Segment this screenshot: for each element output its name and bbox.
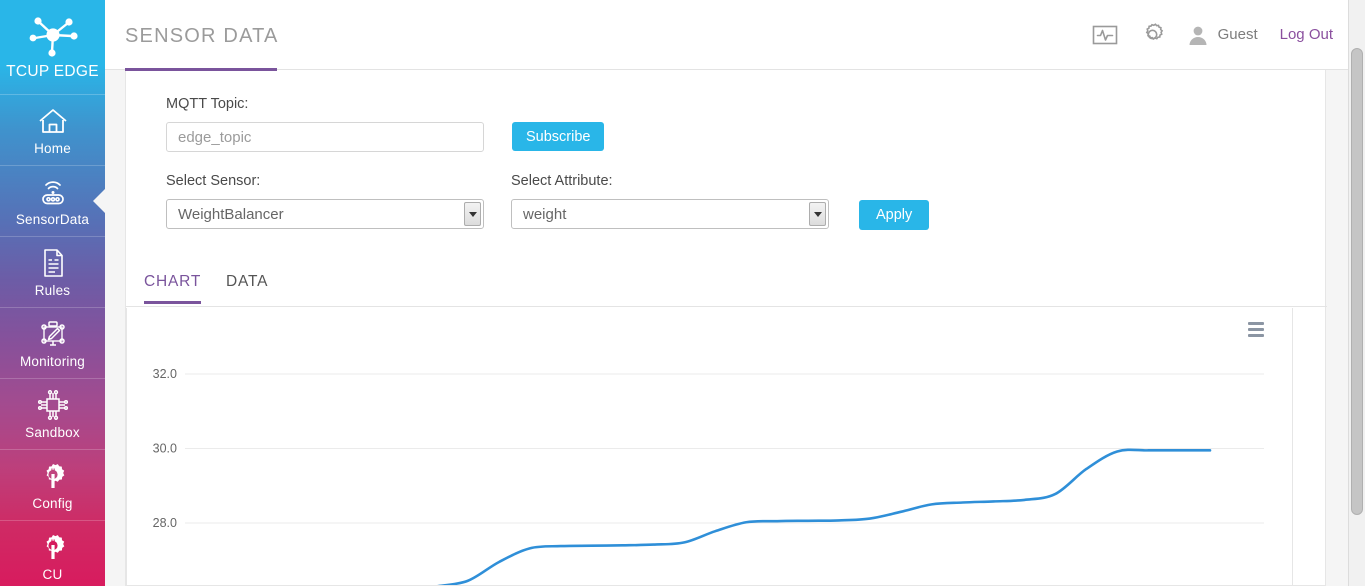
select-attribute-label: Select Attribute: — [511, 173, 613, 189]
sidebar-item-label: Config — [32, 495, 73, 511]
y-axis-tick-label: 28.0 — [153, 516, 177, 530]
monitor-pen-icon — [40, 320, 65, 346]
sidebar-item-cu[interactable]: CU — [0, 521, 105, 586]
activity-monitor-button[interactable] — [1092, 24, 1118, 46]
sidebar-item-label: Home — [34, 140, 71, 156]
user-avatar-icon — [1189, 26, 1207, 45]
y-axis-tick-label: 32.0 — [153, 367, 177, 381]
sidebar-item-label: Monitoring — [19, 353, 86, 369]
sidebar-item-rules[interactable]: Rules — [0, 237, 105, 308]
sidebar-item-sandbox[interactable]: Sandbox — [0, 379, 105, 450]
attribute-select[interactable]: weight — [511, 199, 829, 229]
sidebar-item-home[interactable]: Home — [0, 95, 105, 166]
sidebar-item-label: SensorData — [15, 211, 90, 227]
apply-button[interactable]: Apply — [859, 200, 930, 230]
y-axis-tick-label: 30.0 — [153, 442, 177, 456]
network-nodes-icon — [29, 16, 78, 57]
sensor-wifi-icon — [41, 180, 64, 204]
brand-name: TCUP EDGE — [6, 62, 99, 80]
chip-icon — [37, 389, 68, 420]
chart-gridlines — [185, 373, 1264, 524]
subscribe-button[interactable]: Subscribe — [512, 122, 605, 151]
sidebar-item-label: Rules — [34, 282, 71, 298]
page-title: SENSOR DATA — [125, 25, 279, 47]
sensor-select-value: WeightBalancer — [178, 205, 284, 223]
select-attribute-group: Select Attribute: weight — [511, 173, 829, 229]
header-actions: Guest Log Out — [1092, 0, 1333, 69]
main-content: MQTT Topic: Subscribe Select Sensor: Wei… — [105, 70, 1348, 586]
select-sensor-label: Select Sensor: — [166, 173, 261, 189]
sidebar: TCUP EDGE Home SensorData Rules Monitori… — [0, 0, 105, 586]
sidebar-item-label: Sandbox — [25, 424, 80, 440]
scrollbar-thumb[interactable] — [1351, 48, 1363, 515]
logout-link[interactable]: Log Out — [1280, 26, 1333, 43]
page-scrollbar[interactable] — [1348, 0, 1365, 586]
gear-wrench-icon — [46, 534, 64, 559]
chevron-down-icon[interactable] — [464, 202, 481, 226]
sensor-data-panel: MQTT Topic: Subscribe Select Sensor: Wei… — [125, 70, 1327, 586]
home-icon — [38, 108, 67, 133]
tab-data[interactable]: DATA — [226, 273, 268, 303]
activity-monitor-icon — [1092, 25, 1117, 44]
sidebar-item-config[interactable]: Config — [0, 450, 105, 521]
mqtt-topic-label: MQTT Topic: — [166, 96, 249, 112]
document-icon — [43, 248, 63, 277]
hamburger-menu-icon[interactable] — [1248, 322, 1264, 340]
sidebar-item-sensordata[interactable]: SensorData — [0, 166, 105, 237]
user-profile[interactable]: Guest — [1187, 24, 1258, 46]
chart-series-layer — [437, 448, 1212, 585]
user-name: Guest — [1217, 26, 1258, 43]
attribute-select-value: weight — [523, 205, 567, 223]
sidebar-item-monitoring[interactable]: Monitoring — [0, 308, 105, 379]
settings-button[interactable] — [1140, 22, 1165, 47]
application-root: TCUP EDGE Home SensorData Rules Monitori… — [0, 0, 1365, 586]
active-tab-indicator — [125, 68, 277, 71]
sidebar-item-label: CU — [42, 566, 63, 582]
mqtt-topic-group: MQTT Topic: — [166, 96, 484, 152]
tab-chart[interactable]: CHART — [144, 273, 202, 304]
series-line-weight — [437, 448, 1212, 585]
top-header: SENSOR DATA Guest Log Out — [105, 0, 1348, 71]
chevron-down-icon[interactable] — [809, 202, 826, 226]
gear-wrench-icon — [46, 463, 64, 488]
chart-y-axis-ticks: 28.0 30.0 32.0 — [153, 367, 177, 530]
sensor-select[interactable]: WeightBalancer — [166, 199, 484, 229]
select-sensor-group: Select Sensor: WeightBalancer — [166, 173, 484, 229]
mqtt-topic-input[interactable] — [166, 122, 484, 152]
gear-icon — [1145, 23, 1163, 41]
weight-line-chart: 28.0 30.0 32.0 — [153, 367, 1264, 585]
chart-data-tabs: CHART DATA — [126, 267, 1327, 307]
chart-container: 28.0 30.0 32.0 — [126, 308, 1293, 586]
brand-logo-block[interactable]: TCUP EDGE — [0, 0, 105, 95]
